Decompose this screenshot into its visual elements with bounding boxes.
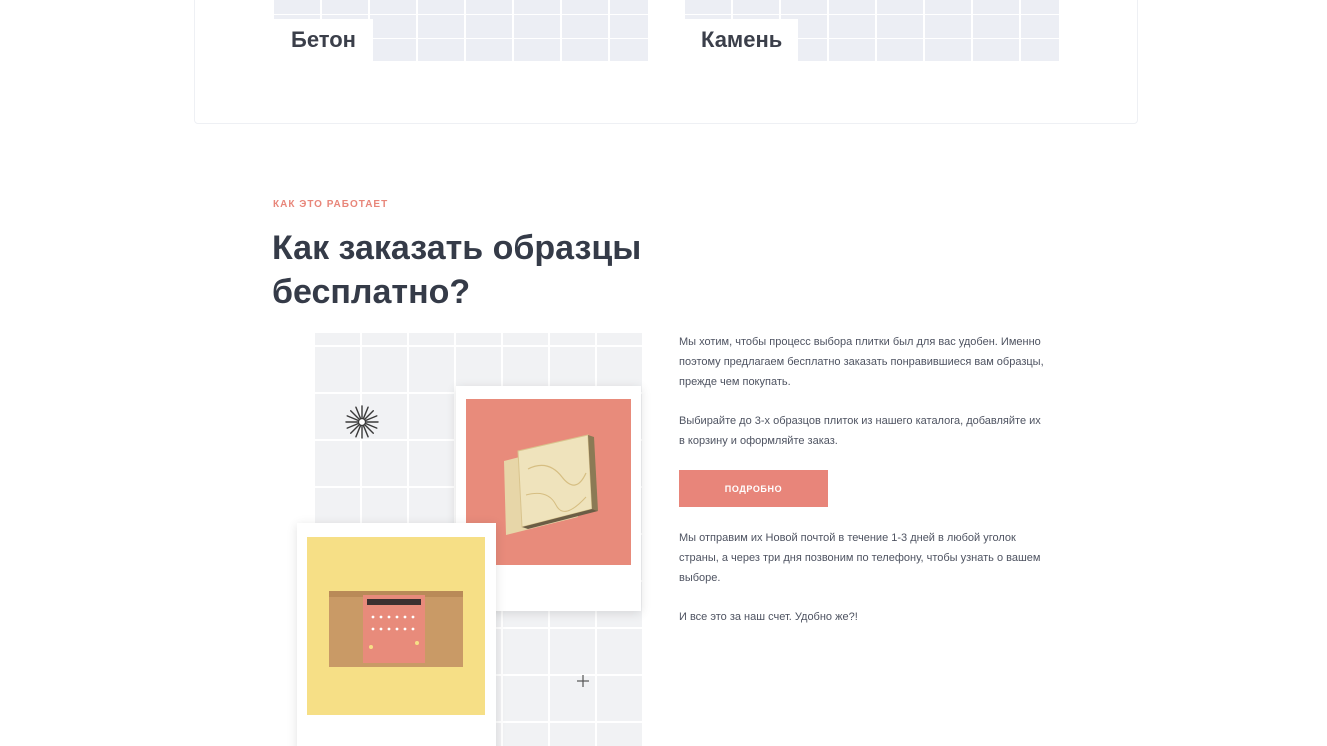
polaroid-box: [297, 523, 496, 746]
sample-box-image: [329, 591, 463, 667]
category-tile-beton[interactable]: Бетон: [274, 0, 648, 61]
sparkle-icon: [345, 405, 379, 439]
delivery-paragraph: Мы отправим их Новой почтой в течение 1-…: [679, 532, 1041, 584]
choose-paragraph: Выбирайте до 3-х образцов плиток из наше…: [679, 415, 1041, 447]
intro-paragraph: Мы хотим, чтобы процесс выбора плитки бы…: [679, 336, 1044, 388]
more-button[interactable]: ПОДРОБНО: [679, 470, 828, 507]
category-label-beton: Бетон: [274, 19, 373, 61]
category-label-kamen: Камень: [685, 19, 799, 61]
section-eyebrow: КАК ЭТО РАБОТАЕТ: [273, 199, 389, 210]
box-photo: [307, 537, 485, 715]
category-tile-kamen[interactable]: Камень: [685, 0, 1059, 61]
free-paragraph: И все это за наш счет. Удобно же?!: [679, 611, 858, 623]
plus-icon: [577, 675, 589, 687]
section-title: Как заказать образцы бесплатно?: [272, 229, 642, 311]
